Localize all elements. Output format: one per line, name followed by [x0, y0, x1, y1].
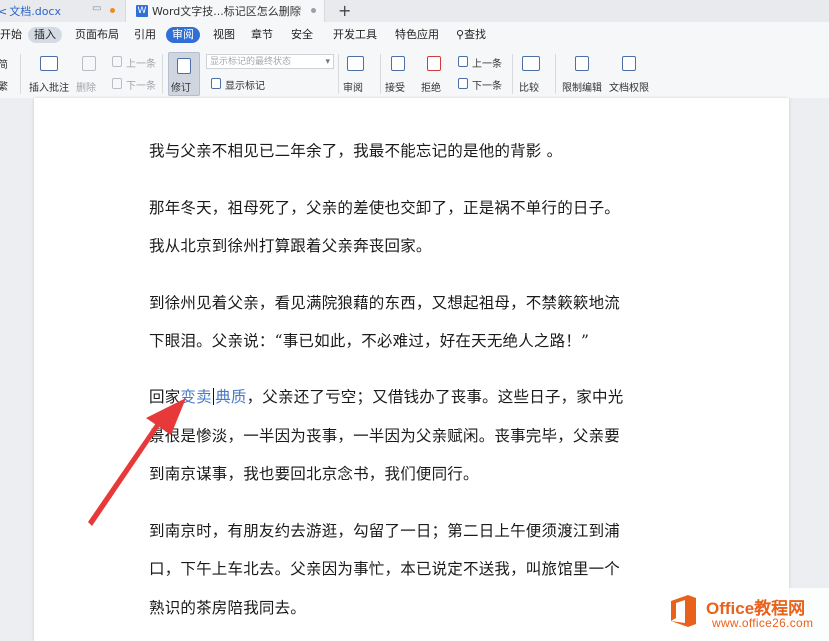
paragraph-line: 到南京时，有朋友约去游逛，勾留了一日；第二日上午便须渡江到浦 — [149, 522, 621, 540]
insert-comment-icon — [40, 56, 58, 71]
show-markup-button[interactable]: 显示标记 — [225, 77, 265, 92]
ribbon-separator — [380, 54, 381, 94]
text-cursor — [212, 388, 215, 405]
paragraph-line: 那年冬天，祖母死了，父亲的差使也交卸了，正是祸不单行的日子。 — [149, 199, 621, 217]
next-comment-icon — [112, 78, 122, 89]
prev-change-icon — [458, 56, 468, 67]
paragraph-line: 景很是惨淡，一半因为丧事，一半因为父亲赋闲。丧事完毕，父亲要 — [149, 427, 621, 445]
menu-special-apps[interactable]: 特色应用 — [389, 27, 445, 43]
monitor-icon[interactable]: ▭ — [292, 3, 301, 14]
delete-comment-icon — [82, 56, 96, 71]
new-tab-button[interactable]: + — [338, 1, 351, 20]
accept-button[interactable]: 接受 — [385, 79, 405, 94]
paragraph-line: 熟识的茶房陪我同去。 — [149, 599, 307, 617]
prev-comment-icon — [112, 56, 122, 67]
paragraph-line: 我与父亲不相见已二年余了，我最不能忘记的是他的背影 。 — [149, 142, 563, 160]
menu-review[interactable]: 审阅 — [166, 27, 200, 43]
prev-comment-button[interactable]: 上一条 — [126, 55, 156, 70]
markup-state-value: 显示标记的最终状态 — [210, 57, 292, 67]
review-pane-icon — [347, 56, 364, 71]
doc-permission-icon — [622, 56, 636, 71]
menu-security[interactable]: 安全 — [285, 27, 319, 43]
track-changes-label: 修订 — [171, 83, 191, 94]
tab-label: Word文字技...标记区怎么删除 — [152, 5, 301, 18]
paragraph-line: 到南京谋事，我也要回北京念书，我们便同行。 — [149, 465, 479, 483]
restrict-edit-icon — [575, 56, 589, 71]
simplified-button[interactable]: 简 — [0, 56, 8, 71]
tab-prefix: < — [0, 4, 8, 18]
review-pane-button[interactable]: 审阅 — [343, 79, 363, 94]
inserted-revision-text[interactable]: 典质 — [215, 388, 246, 406]
tab-label: 文档.docx — [9, 5, 61, 18]
paragraph-line: 下眼泪。父亲说：“事已如此，不必难过，好在天无绝人之路！” — [149, 332, 590, 350]
ribbon-separator — [162, 54, 163, 94]
ribbon-separator — [512, 54, 513, 94]
track-changes-icon — [177, 58, 191, 74]
watermark-url: www.office26.com — [712, 616, 814, 630]
menu-view[interactable]: 视图 — [207, 27, 241, 43]
monitor-icon[interactable]: ▭ — [92, 3, 101, 14]
paragraph-line: 到徐州见着父亲，看见满院狼藉的东西，又想起祖母，不禁簌簌地流 — [149, 294, 621, 312]
chevron-down-icon: ▾ — [325, 57, 330, 67]
compare-icon — [522, 56, 540, 71]
search-label: 查找 — [464, 28, 487, 41]
paragraph-line: 我从北京到徐州打算跟着父亲奔丧回家。 — [149, 237, 432, 255]
menu-dev-tools[interactable]: 开发工具 — [327, 27, 383, 43]
review-ribbon: 简 繁 插入批注 删除 上一条 下一条 修订 显示标记的最终状态 ▾ 显示标记 … — [0, 48, 829, 99]
menu-reference[interactable]: 引用 — [128, 27, 162, 43]
reject-icon — [427, 56, 441, 71]
markup-state-select[interactable]: 显示标记的最终状态 ▾ — [206, 54, 334, 69]
deleted-revision-text[interactable]: 变卖 — [180, 388, 211, 406]
next-change-button[interactable]: 下一条 — [472, 77, 502, 92]
tab-dot-icon[interactable] — [311, 8, 316, 13]
search-button[interactable]: ⚲查找 — [450, 27, 492, 43]
text-run: 回家 — [149, 388, 181, 406]
menu-start[interactable]: 开始 — [0, 27, 28, 43]
tab-word-tips[interactable]: W Word文字技...标记区怎么删除 ▭ — [125, 0, 325, 22]
tab-document[interactable]: < 文档.docx ▭ — [0, 0, 125, 22]
show-markup-icon — [211, 78, 221, 89]
unsaved-dot-icon — [110, 8, 115, 13]
text-run: ，父亲还了亏空；又借钱办了丧事。这些日子，家中光 — [246, 388, 624, 406]
ribbon-separator — [20, 54, 21, 94]
ribbon-separator — [338, 54, 339, 94]
delete-comment-button[interactable]: 删除 — [76, 79, 96, 94]
reject-button[interactable]: 拒绝 — [421, 79, 441, 94]
restrict-edit-button[interactable]: 限制编辑 — [562, 79, 602, 94]
menu-insert[interactable]: 插入 — [28, 27, 62, 43]
ribbon-separator — [555, 54, 556, 94]
prev-change-button[interactable]: 上一条 — [472, 55, 502, 70]
menu-page-layout[interactable]: 页面布局 — [69, 27, 125, 43]
menu-bar: 开始 插入 页面布局 引用 审阅 视图 章节 安全 开发工具 特色应用 ⚲查找 — [0, 22, 829, 48]
office-logo-icon — [671, 595, 696, 627]
traditional-button[interactable]: 繁 — [0, 78, 8, 93]
paragraph-line: 口，下午上车北去。父亲因为事忙，本已说定不送我，叫旅馆里一个 — [149, 560, 621, 578]
accept-icon — [391, 56, 405, 71]
track-changes-button[interactable]: 修订 — [168, 52, 200, 96]
next-comment-button[interactable]: 下一条 — [126, 77, 156, 92]
doc-permission-button[interactable]: 文档权限 — [609, 79, 649, 94]
compare-button[interactable]: 比较 — [519, 79, 539, 94]
menu-chapter[interactable]: 章节 — [245, 27, 279, 43]
watermark-logo: Office教程网 www.office26.com — [662, 588, 829, 641]
search-icon: ⚲ — [456, 28, 465, 41]
insert-comment-button[interactable]: 插入批注 — [29, 79, 69, 94]
tab-bar: < 文档.docx ▭ W Word文字技...标记区怎么删除 ▭ + — [0, 0, 829, 22]
paragraph-line-with-revision: 回家变卖 典质，父亲还了亏空；又借钱办了丧事。这些日子，家中光 — [149, 385, 623, 407]
word-doc-icon: W — [136, 5, 148, 17]
next-change-icon — [458, 78, 468, 89]
